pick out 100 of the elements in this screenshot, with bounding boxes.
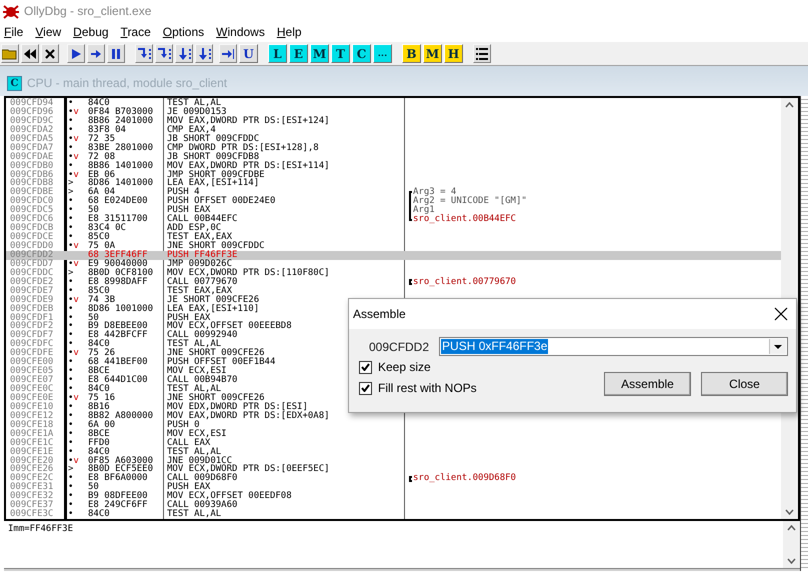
instruction-text: ADD ESP,0C bbox=[166, 224, 222, 234]
address-text: 009CFDBE bbox=[9, 188, 54, 198]
instruction-text: MOV EDX,DWORD PTR DS:[ESI] bbox=[166, 402, 308, 412]
window-button[interactable]: M bbox=[423, 44, 442, 63]
menu-item[interactable]: Trace bbox=[116, 25, 155, 39]
jump-mark: • bbox=[68, 314, 74, 322]
window-button[interactable]: L bbox=[268, 44, 287, 63]
address-text: 009CFDEB bbox=[9, 304, 54, 314]
hex-text: EB 06 bbox=[87, 170, 116, 180]
bracket-icon bbox=[409, 476, 412, 482]
window-button[interactable]: T bbox=[331, 44, 350, 63]
jump-mark: • bbox=[68, 394, 74, 403]
instruction-text: PUSH 4 bbox=[166, 188, 200, 198]
hex-text: 85C0 bbox=[87, 233, 110, 242]
address-text: 009CFE00 bbox=[9, 358, 54, 368]
close-button[interactable]: Close bbox=[701, 372, 788, 396]
hex-text: 85C0 bbox=[87, 286, 110, 296]
hex-text: 84C0 bbox=[87, 510, 110, 520]
checkbox[interactable] bbox=[359, 382, 372, 394]
checkbox-label: Fill rest with NOPs bbox=[378, 381, 477, 395]
hex-text: 8B16 bbox=[87, 402, 110, 412]
jump-arrow: v bbox=[73, 349, 79, 358]
jump-mark: • bbox=[68, 358, 74, 368]
address-text: 009CFE20 bbox=[9, 456, 54, 466]
address-text: 009CFDF2 bbox=[9, 322, 54, 332]
step-button[interactable] bbox=[87, 44, 105, 63]
folder-icon bbox=[2, 48, 18, 60]
address-text: 009CFDC6 bbox=[9, 215, 54, 224]
jump-mark: > bbox=[68, 268, 74, 278]
jump-mark: • bbox=[68, 197, 74, 206]
instruction-text: MOV ECX,OFFSET 00EEEBD8 bbox=[166, 322, 292, 332]
instruction-text: PUSH OFFSET 00DE24E0 bbox=[166, 197, 276, 206]
address-text: 009CFD9C bbox=[9, 116, 54, 126]
assemble-button[interactable]: Assemble bbox=[604, 372, 691, 396]
pause-button[interactable] bbox=[107, 44, 125, 63]
instruction-text: LEA EAX,[ESI+114] bbox=[166, 179, 260, 188]
menu-item[interactable]: View bbox=[31, 25, 66, 39]
menu-item[interactable]: Help bbox=[272, 25, 306, 39]
hex-text: E8 442BFCFF bbox=[87, 331, 148, 340]
bug-icon bbox=[2, 3, 20, 19]
address-text: 009CFDC5 bbox=[9, 206, 54, 216]
hex-text: 50 bbox=[87, 206, 99, 216]
dropdown-button[interactable] bbox=[769, 339, 786, 354]
menu-item[interactable]: Options bbox=[158, 25, 208, 39]
hex-text: 84C0 bbox=[87, 385, 110, 394]
scroll-down-icon[interactable] bbox=[785, 509, 794, 515]
command-field[interactable]: PUSH 0xFF46FF3e bbox=[439, 337, 788, 356]
hex-text: 8BCE bbox=[87, 367, 110, 376]
window-button[interactable]: M bbox=[310, 44, 329, 63]
hex-text: E9 90040000 bbox=[87, 260, 148, 269]
close-button[interactable] bbox=[774, 307, 788, 321]
user-button[interactable]: U bbox=[239, 44, 258, 63]
jump-mark: • bbox=[68, 483, 74, 492]
hex-text: 68 3EFF46FF bbox=[87, 250, 148, 260]
step-button[interactable] bbox=[155, 44, 173, 63]
window-button[interactable]: C bbox=[352, 44, 371, 63]
checkbox[interactable] bbox=[359, 360, 372, 374]
hex-text: 8B0D ECF5EE0 bbox=[87, 465, 154, 474]
instruction-text: JMP 009D026C bbox=[166, 260, 232, 269]
menu-item[interactable]: File bbox=[0, 25, 28, 39]
hex-text: 68 E024DE00 bbox=[87, 197, 148, 206]
comment-text: Arg1 bbox=[413, 206, 435, 216]
window-button[interactable]: ... bbox=[373, 44, 392, 63]
return-button[interactable] bbox=[219, 44, 237, 63]
jump-mark: • bbox=[68, 510, 74, 520]
address-text: 009CFDC0 bbox=[9, 197, 54, 206]
address-text: 009CFDDC bbox=[9, 268, 54, 278]
hex-text: 75 0A bbox=[87, 242, 116, 251]
instruction-text: CALL 009D68F0 bbox=[166, 474, 238, 484]
open-button[interactable] bbox=[1, 44, 19, 63]
jump-mark: • bbox=[68, 152, 74, 162]
menu-item[interactable]: Windows bbox=[212, 25, 269, 39]
jump-mark: • bbox=[68, 367, 74, 376]
hex-text: 8D86 1001000 bbox=[87, 304, 154, 314]
menu-item[interactable]: Debug bbox=[69, 25, 113, 39]
run-button[interactable] bbox=[67, 44, 85, 63]
scroll-up-icon[interactable] bbox=[785, 102, 794, 108]
window-title: OllyDbg - sro_client.exe bbox=[24, 4, 152, 18]
scroll-up-icon[interactable] bbox=[787, 525, 796, 531]
arrow-dots-icon bbox=[197, 48, 211, 60]
address-text: 009CFDCB bbox=[9, 224, 54, 234]
hex-text: 72 35 bbox=[87, 134, 116, 144]
comment-text: sro_client.00B44EFC bbox=[413, 215, 516, 224]
comment-text: sro_client.00779670 bbox=[413, 278, 516, 287]
window-button[interactable]: B bbox=[402, 44, 421, 63]
window-button[interactable]: H bbox=[444, 44, 463, 63]
step-button[interactable] bbox=[135, 44, 153, 63]
rewind-button[interactable] bbox=[21, 44, 39, 63]
jump-mark: • bbox=[68, 456, 74, 466]
step-button[interactable] bbox=[175, 44, 193, 63]
step-button[interactable] bbox=[195, 44, 213, 63]
hex-text: 8B86 1401000 bbox=[87, 162, 154, 171]
jump-mark: • bbox=[68, 296, 74, 305]
address-text: 009CFDE7 bbox=[9, 286, 54, 296]
caret-icon bbox=[774, 344, 782, 348]
list-button[interactable] bbox=[473, 44, 491, 63]
address-text: 009CFE1E bbox=[9, 448, 54, 457]
window-button[interactable]: E bbox=[289, 44, 308, 63]
instruction-text: MOV ECX,ESI bbox=[166, 367, 227, 376]
scroll-down-icon[interactable] bbox=[787, 558, 796, 564]
